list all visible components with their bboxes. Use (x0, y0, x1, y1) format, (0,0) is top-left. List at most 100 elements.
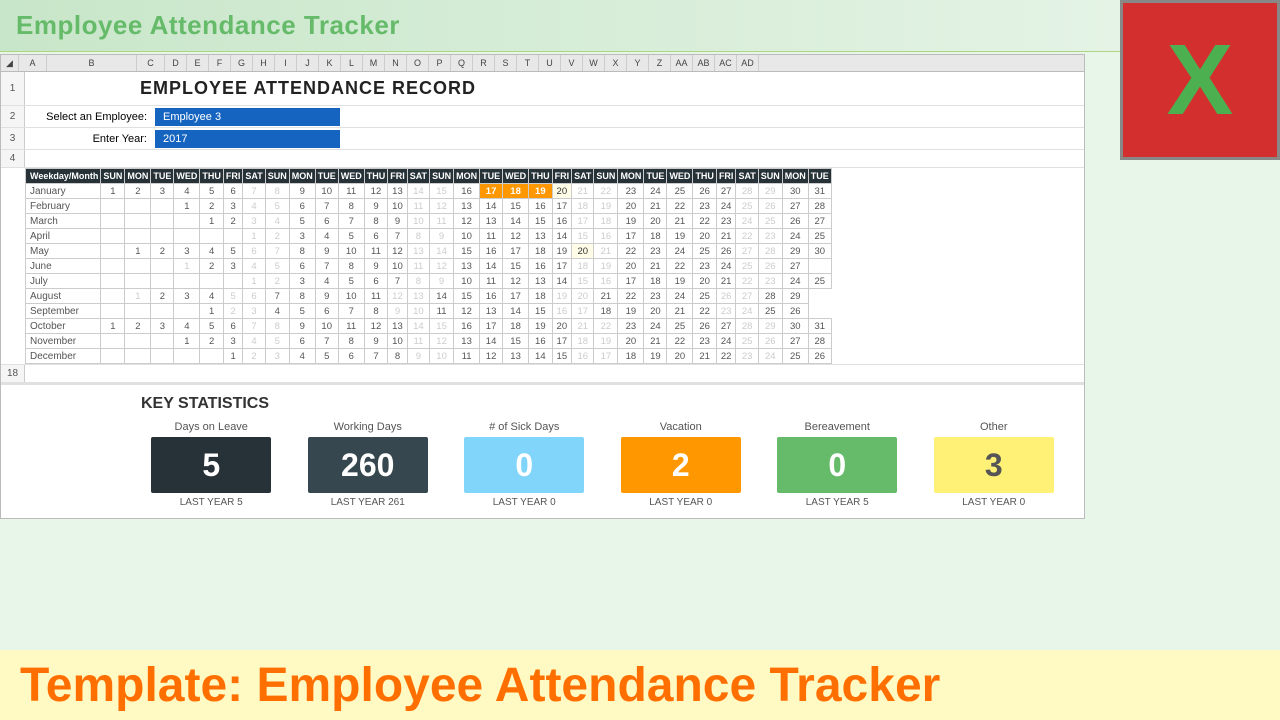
sat1: SAT (243, 169, 265, 184)
stat-value-bereavement: 0 (828, 447, 846, 484)
col-v: V (561, 55, 583, 71)
col-i: I (275, 55, 297, 71)
fri1: FRI (223, 169, 243, 184)
year-value: 2017 (163, 133, 187, 145)
col-b: B (47, 55, 137, 71)
col-k: K (319, 55, 341, 71)
year-input[interactable]: 2017 (155, 130, 340, 148)
september-row: September 1 2 3 4 5 6 7 8 9 (26, 304, 832, 319)
april-label: April (26, 229, 101, 244)
january-row: January 1 2 3 4 5 6 7 8 9 10 11 12 13 (26, 184, 832, 199)
july-row: July 1 2 3 4 5 6 7 8 (26, 274, 832, 289)
may-label: May (26, 244, 101, 259)
stat-value-other: 3 (985, 447, 1003, 484)
col-o: O (407, 55, 429, 71)
calendar-header-row: Weekday/Month SUN MON TUE WED THU FRI SA… (26, 169, 832, 184)
stat-label-days-leave: Days on Leave (151, 421, 271, 433)
tue2: TUE (315, 169, 338, 184)
stat-label-working-days: Working Days (308, 421, 428, 433)
row-num-4: 4 (1, 150, 25, 167)
row-num-1: 1 (1, 72, 25, 105)
may-row: May 1 2 3 4 5 6 7 8 9 10 11 12 (26, 244, 832, 259)
stat-value-days-leave: 5 (202, 447, 220, 484)
sat3: SAT (572, 169, 594, 184)
col-z: Z (649, 55, 671, 71)
col-w: W (583, 55, 605, 71)
stat-box-days-leave: 5 (151, 437, 271, 493)
stat-box-vacation: 2 (621, 437, 741, 493)
employee-selector[interactable]: Employee 3 (155, 108, 340, 126)
february-label: February (26, 199, 101, 214)
calendar-container: Weekday/Month SUN MON TUE WED THU FRI SA… (5, 168, 832, 364)
sun4: SUN (594, 169, 618, 184)
thu4: THU (693, 169, 717, 184)
col-u: U (539, 55, 561, 71)
col-f: F (209, 55, 231, 71)
stat-label-bereavement: Bereavement (777, 421, 897, 433)
col-g: G (231, 55, 253, 71)
col-y: Y (627, 55, 649, 71)
lastyear-working-days: LAST YEAR 261 (308, 497, 428, 508)
october-row: October 1 2 3 4 5 6 7 8 9 10 11 12 13 (26, 319, 832, 334)
stats-title: KEY STATISTICS (141, 395, 1064, 413)
col-ab: AB (693, 55, 715, 71)
wed2: WED (338, 169, 364, 184)
col-l: L (341, 55, 363, 71)
weekday-month-header: Weekday/Month (26, 169, 101, 184)
thu3: THU (529, 169, 553, 184)
select-employee-label: Select an Employee: (25, 111, 155, 123)
february-row: February 1 2 3 4 5 6 7 8 9 10 (26, 199, 832, 214)
stat-box-sick-days: 0 (464, 437, 584, 493)
attendance-table: Weekday/Month SUN MON TUE WED THU FRI SA… (25, 168, 832, 364)
june-row: June 1 2 3 4 5 6 7 8 9 10 11 (26, 259, 832, 274)
stats-lastyear: LAST YEAR 5 LAST YEAR 261 LAST YEAR 0 LA… (141, 497, 1064, 508)
stat-box-bereavement: 0 (777, 437, 897, 493)
mon5: MON (782, 169, 808, 184)
row-num-2: 2 (1, 106, 25, 127)
wed4: WED (667, 169, 693, 184)
tue5: TUE (808, 169, 831, 184)
fri3: FRI (552, 169, 572, 184)
col-ac: AC (715, 55, 737, 71)
col-n: N (385, 55, 407, 71)
april-row: April 1 2 3 4 5 6 7 8 (26, 229, 832, 244)
tue1: TUE (151, 169, 174, 184)
december-label: December (26, 349, 101, 364)
row-num-18: 18 (1, 365, 25, 382)
col-j: J (297, 55, 319, 71)
stat-value-working-days: 260 (341, 447, 394, 484)
row-2: 2 Select an Employee: Employee 3 (1, 106, 1084, 128)
employee-value: Employee 3 (163, 111, 221, 123)
mon2: MON (289, 169, 315, 184)
corner-cell: ◢ (1, 55, 19, 71)
lastyear-sick-days: LAST YEAR 0 (464, 497, 584, 508)
col-h: H (253, 55, 275, 71)
march-label: March (26, 214, 101, 229)
stat-value-vacation: 2 (672, 447, 690, 484)
november-label: November (26, 334, 101, 349)
row-18: 18 (1, 365, 1084, 383)
december-row: December 1 2 3 4 5 6 7 8 9 (26, 349, 832, 364)
app-title-bar: Employee Attendance Tracker (0, 0, 1280, 52)
excel-x-icon: X (1167, 30, 1234, 130)
fri2: FRI (388, 169, 408, 184)
stat-box-other: 3 (934, 437, 1054, 493)
col-r: R (473, 55, 495, 71)
august-row: August 1 2 3 4 5 6 7 8 9 10 11 12 (26, 289, 832, 304)
november-row: November 1 2 3 4 5 6 7 8 9 10 (26, 334, 832, 349)
march-row: March 1 2 3 4 5 6 7 8 9 10 (26, 214, 832, 229)
tue3: TUE (480, 169, 503, 184)
july-label: July (26, 274, 101, 289)
wed3: WED (503, 169, 529, 184)
bottom-banner: Template: Employee Attendance Tracker (0, 650, 1280, 720)
col-c: C (137, 55, 165, 71)
col-p: P (429, 55, 451, 71)
row-num-3: 3 (1, 128, 25, 149)
col-t: T (517, 55, 539, 71)
october-label: October (26, 319, 101, 334)
sun3: SUN (430, 169, 454, 184)
lastyear-other: LAST YEAR 0 (934, 497, 1054, 508)
excel-logo: X (1120, 0, 1280, 160)
col-e: E (187, 55, 209, 71)
enter-year-label: Enter Year: (25, 133, 155, 145)
